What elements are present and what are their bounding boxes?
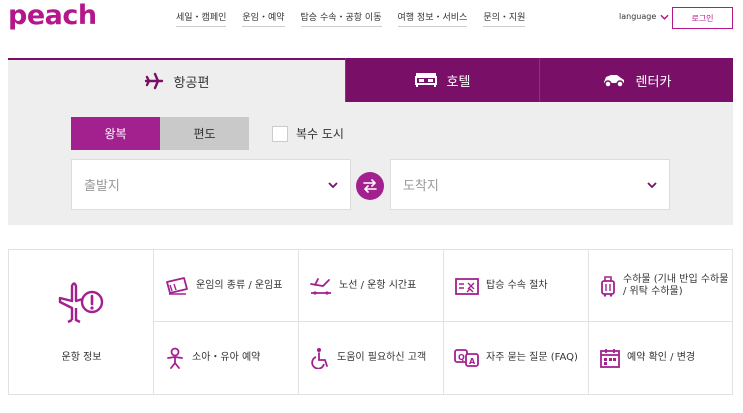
tab-hotel[interactable]: 호텔 bbox=[345, 58, 539, 102]
checkin-procedure-link[interactable]: 탑승 수속 절차 bbox=[444, 250, 589, 322]
svg-text:A: A bbox=[469, 357, 476, 366]
bed-icon bbox=[414, 73, 437, 87]
multi-city-option[interactable]: 복수 도시 bbox=[272, 125, 344, 142]
destination-select[interactable]: 도착지 bbox=[390, 159, 670, 210]
faq-label: 자주 묻는 질문 (FAQ) bbox=[486, 352, 578, 363]
wheelchair-icon bbox=[311, 348, 328, 369]
baggage-link[interactable]: 수하물 (기내 반입 수하물 / 위탁 수하물) bbox=[589, 250, 732, 322]
fare-types-link[interactable]: 운임의 종류 / 운임표 bbox=[154, 250, 299, 322]
roundtrip-button[interactable]: 왕복 bbox=[71, 117, 160, 150]
routes-timetable-link[interactable]: 노선 / 운항 시간표 bbox=[299, 250, 444, 322]
tab-car-rental-label: 렌터카 bbox=[635, 74, 672, 90]
car-icon bbox=[603, 75, 624, 88]
faq-link[interactable]: Q A 자주 묻는 질문 (FAQ) bbox=[444, 322, 589, 394]
multi-city-checkbox[interactable] bbox=[272, 125, 288, 142]
main-nav: 세일・캠페인 운임・예약 탑승 수속・공항 이동 여행 정보・서비스 문의・지원 bbox=[176, 10, 541, 27]
airplane-icon bbox=[144, 72, 163, 90]
tab-flights[interactable]: 항공편 bbox=[8, 58, 345, 102]
nav-travel-info[interactable]: 여행 정보・서비스 bbox=[397, 10, 468, 27]
child-infant-link[interactable]: 소아・유아 예약 bbox=[154, 322, 299, 394]
manage-booking-label: 예약 확인 / 변경 bbox=[627, 352, 696, 363]
origin-select[interactable]: 출발지 bbox=[71, 159, 351, 210]
qa-icon: Q A bbox=[454, 349, 479, 367]
nav-sale[interactable]: 세일・캠페인 bbox=[176, 10, 227, 27]
baggage-label: 수하물 (기내 반입 수하물 / 위탁 수하물) bbox=[623, 273, 729, 297]
tab-hotel-label: 호텔 bbox=[446, 74, 471, 90]
flight-status-link[interactable]: 운항 정보 bbox=[9, 250, 154, 394]
nav-support[interactable]: 문의・지원 bbox=[483, 10, 526, 27]
svg-text:Q: Q bbox=[458, 353, 465, 362]
chevron-down-icon bbox=[328, 181, 338, 188]
language-selector[interactable]: language bbox=[619, 12, 669, 21]
nav-fares[interactable]: 운임・예약 bbox=[242, 10, 285, 27]
oneway-button[interactable]: 편도 bbox=[160, 117, 249, 150]
swap-icon bbox=[363, 179, 377, 193]
origin-placeholder: 출발지 bbox=[84, 179, 120, 194]
boarding-pass-icon bbox=[455, 277, 479, 295]
fare-types-label: 운임의 종류 / 운임표 bbox=[196, 279, 283, 291]
luggage-icon bbox=[601, 275, 615, 297]
child-infant-label: 소아・유아 예약 bbox=[192, 352, 261, 363]
ticket-icon bbox=[166, 276, 188, 295]
chevron-down-icon bbox=[647, 181, 657, 188]
checkin-procedure-label: 탑승 수속 절차 bbox=[486, 279, 548, 291]
booking-tabs: 항공편 호텔 렌터카 bbox=[8, 58, 733, 102]
booking-panel: 항공편 호텔 렌터카 왕복 편도 복수 도시 출발지 도착지 bbox=[8, 58, 733, 225]
language-label: language bbox=[619, 12, 657, 21]
routes-timetable-label: 노선 / 운항 시간표 bbox=[339, 279, 417, 291]
site-header: peach 세일・캠페인 운임・예약 탑승 수속・공항 이동 여행 정보・서비스… bbox=[0, 0, 743, 40]
login-button[interactable]: 로그인 bbox=[672, 7, 733, 29]
calendar-icon bbox=[600, 349, 620, 368]
child-icon bbox=[167, 347, 183, 369]
special-assistance-link[interactable]: 도움이 필요하신 고객 bbox=[299, 322, 444, 394]
peach-logo[interactable]: peach bbox=[8, 0, 97, 31]
nav-checkin[interactable]: 탑승 수속・공항 이동 bbox=[300, 10, 382, 27]
destination-placeholder: 도착지 bbox=[403, 179, 439, 194]
tab-car-rental[interactable]: 렌터카 bbox=[539, 58, 733, 102]
chevron-down-icon bbox=[660, 14, 669, 20]
multi-city-label: 복수 도시 bbox=[296, 127, 344, 141]
trip-type-toggle: 왕복 편도 bbox=[71, 117, 249, 150]
route-icon bbox=[310, 277, 331, 295]
special-assistance-label: 도움이 필요하신 고객 bbox=[337, 352, 427, 363]
swap-airports-button[interactable] bbox=[356, 172, 384, 200]
flight-status-label: 운항 정보 bbox=[61, 352, 102, 363]
flight-alert-icon bbox=[58, 282, 104, 324]
info-grid: 운항 정보 운임의 종류 / 운임표 노선 / 운항 시간표 탑승 수속 절차 bbox=[8, 249, 733, 395]
tab-flights-label: 항공편 bbox=[173, 75, 210, 91]
manage-booking-link[interactable]: 예약 확인 / 변경 bbox=[589, 322, 732, 394]
